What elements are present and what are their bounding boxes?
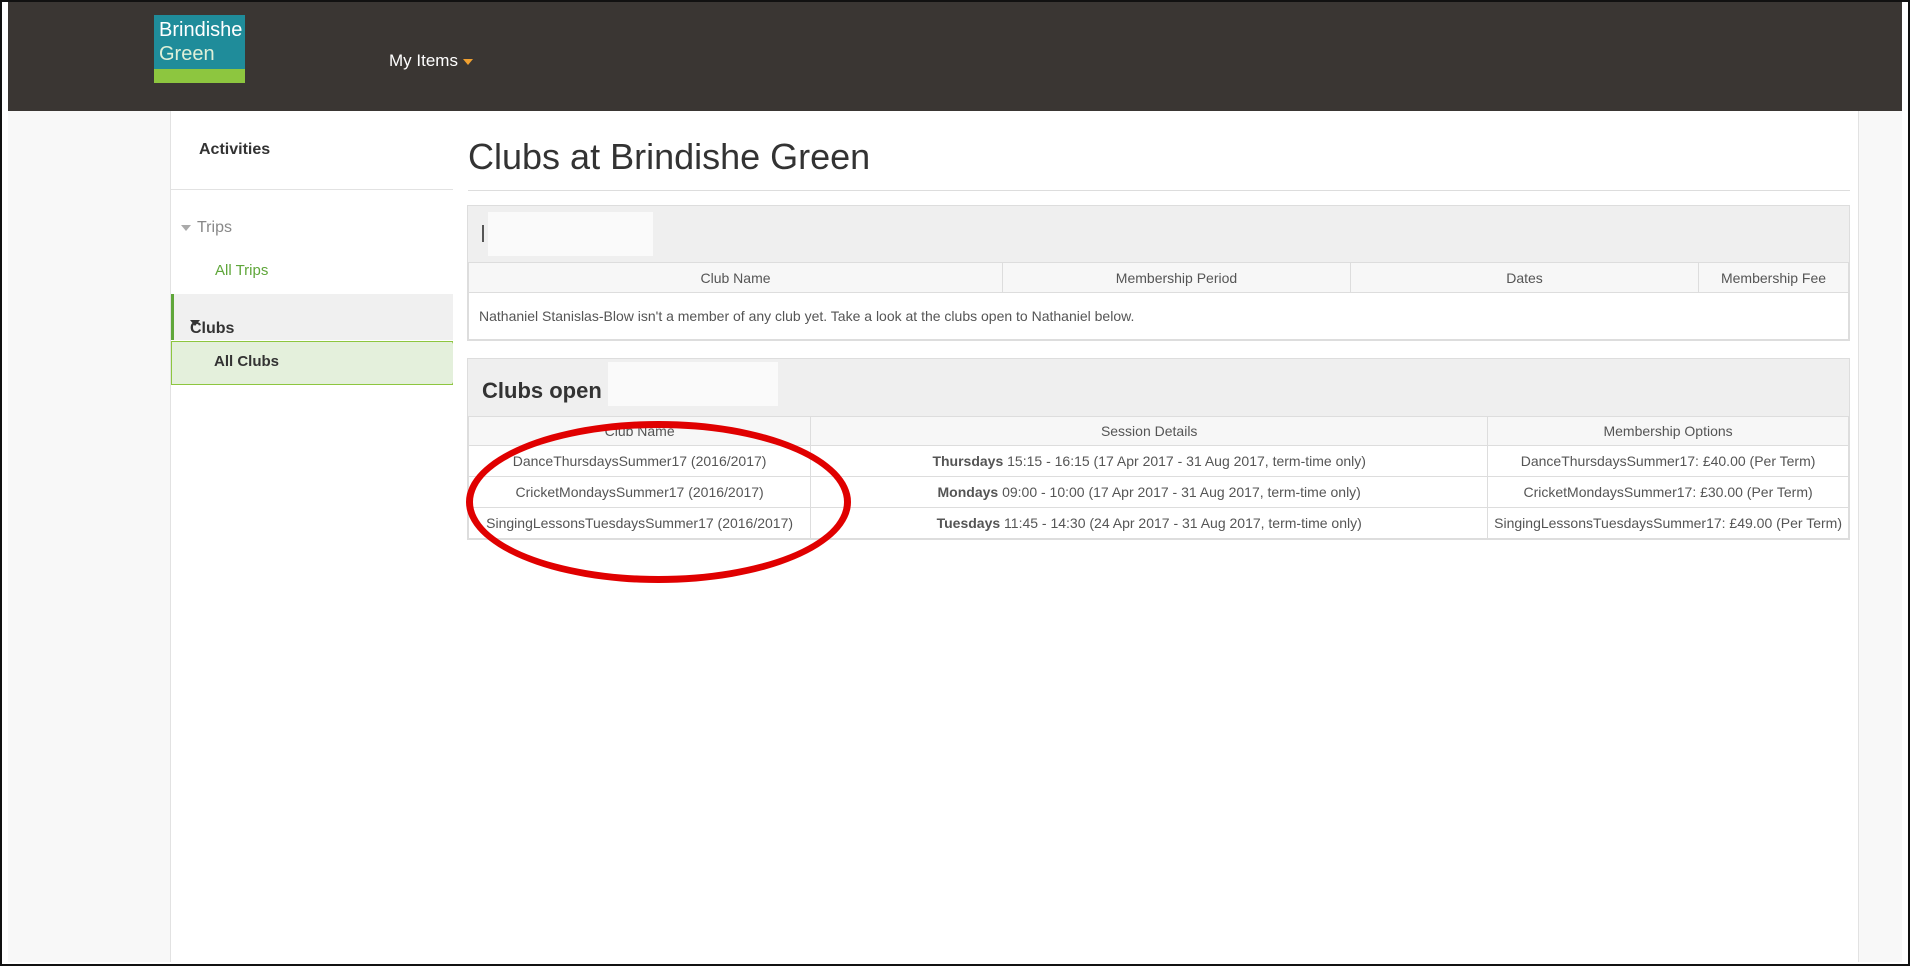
session-details-cell: Mondays 09:00 - 10:00 (17 Apr 2017 - 31 … [810, 476, 1489, 508]
column-header-membership-fee[interactable]: Membership Fee [1698, 262, 1849, 293]
no-membership-message: Nathaniel Stanislas-Blow isn't a member … [468, 292, 1849, 340]
sidebar-title: Activities [199, 141, 271, 158]
session-day: Thursdays [932, 453, 1004, 469]
column-header-club-name[interactable]: Club Name [468, 262, 1003, 293]
sidebar-item-label: All Clubs [214, 353, 280, 370]
top-navbar: Brindishe Green My Items [8, 2, 1902, 111]
redacted-name [608, 362, 778, 406]
page-title: Clubs at Brindishe Green [468, 136, 871, 177]
my-items-label: My Items [389, 51, 458, 70]
session-time: 11:45 - 14:30 (24 Apr 2017 - 31 Aug 2017… [1004, 515, 1362, 531]
table-row: Nathaniel Stanislas-Blow isn't a member … [468, 292, 1849, 340]
column-header-membership-options[interactable]: Membership Options [1487, 416, 1849, 446]
membership-option-cell[interactable]: DanceThursdaysSummer17: £40.00 (Per Term… [1487, 445, 1849, 477]
my-items-menu[interactable]: My Items [389, 51, 473, 71]
sidebar: Activities Trips All Trips Clubs All Clu… [170, 111, 465, 962]
sidebar-item-label: Trips [197, 219, 232, 236]
session-details-cell: Tuesdays 11:45 - 14:30 (24 Apr 2017 - 31… [810, 507, 1489, 539]
title-divider [468, 190, 1850, 191]
memberships-panel-header [468, 206, 1849, 262]
session-day: Tuesdays [936, 515, 1001, 531]
sidebar-divider [171, 189, 453, 190]
session-day: Mondays [937, 484, 999, 500]
memberships-table: Club Name Membership Period Dates Member… [468, 262, 1849, 340]
sidebar-item-all-clubs[interactable]: All Clubs [171, 341, 465, 385]
red-annotation-ellipse [466, 421, 851, 583]
redacted-name [488, 212, 653, 256]
session-time: 09:00 - 10:00 (17 Apr 2017 - 31 Aug 2017… [1002, 484, 1361, 500]
sidebar-item-label: Clubs [190, 320, 235, 337]
open-clubs-panel-header: Clubs open to [468, 359, 1849, 416]
sidebar-item-all-trips[interactable]: All Trips [215, 262, 268, 279]
column-header-dates[interactable]: Dates [1350, 262, 1699, 293]
caret-down-icon [462, 58, 473, 65]
column-header-session-details[interactable]: Session Details [810, 416, 1489, 446]
table-header-row: Club Name Membership Period Dates Member… [468, 262, 1849, 293]
membership-option-cell[interactable]: CricketMondaysSummer17: £30.00 (Per Term… [1487, 476, 1849, 508]
memberships-panel: Club Name Membership Period Dates Member… [467, 205, 1850, 341]
sidebar-item-clubs[interactable]: Clubs [171, 294, 453, 340]
session-time: 15:15 - 16:15 (17 Apr 2017 - 31 Aug 2017… [1007, 453, 1366, 469]
open-clubs-title: Clubs open to [482, 378, 629, 403]
sidebar-item-trips[interactable]: Trips [181, 219, 232, 237]
brindishe-green-logo[interactable]: Brindishe Green [154, 15, 245, 83]
column-header-membership-period[interactable]: Membership Period [1002, 262, 1351, 293]
membership-option-cell[interactable]: SingingLessonsTuesdaysSummer17: £49.00 (… [1487, 507, 1849, 539]
triangle-down-icon [181, 224, 191, 231]
logo-line1: Brindishe [159, 19, 243, 41]
session-details-cell: Thursdays 15:15 - 16:15 (17 Apr 2017 - 3… [810, 445, 1489, 477]
logo-line2: Green [159, 43, 215, 65]
text-cursor [482, 225, 484, 242]
